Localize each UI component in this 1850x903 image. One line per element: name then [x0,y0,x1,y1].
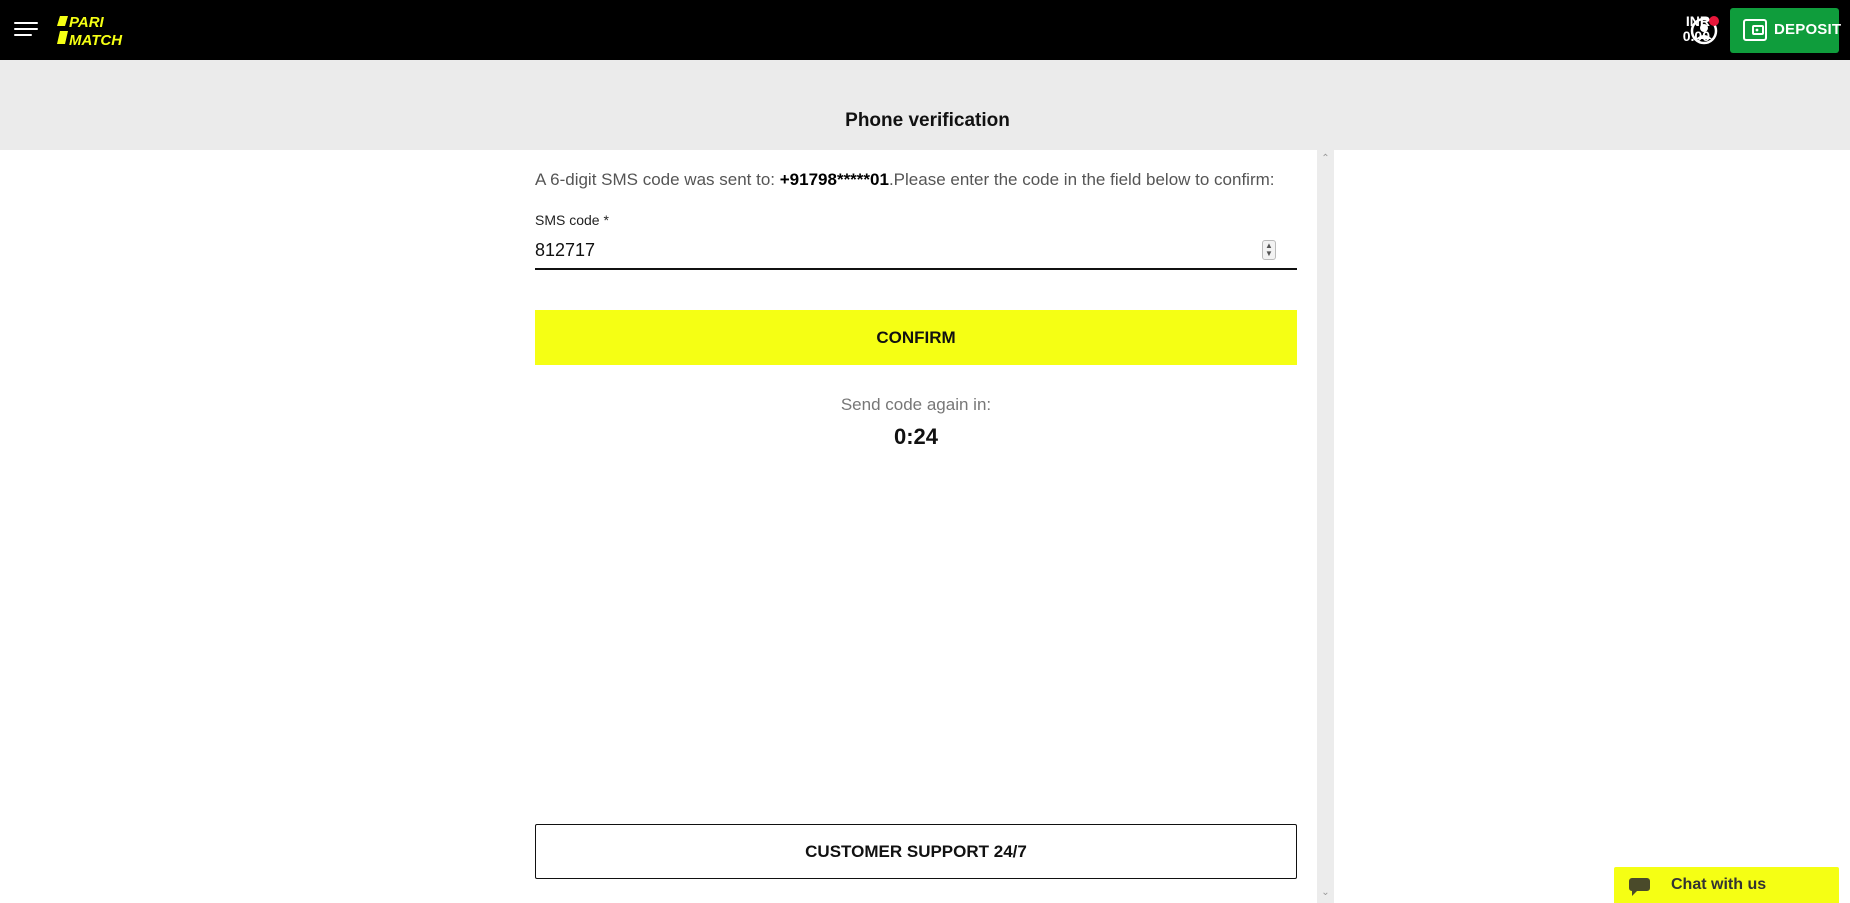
page-title: Phone verification [845,110,1010,131]
menu-button[interactable] [12,18,42,42]
parimatch-logo[interactable]: PARI MATCH [57,14,157,48]
resend-label: Send code again in: [840,395,992,414]
stepper-down-icon[interactable]: ▼ [1265,250,1273,258]
deposit-button[interactable]: DEPOSIT [1730,8,1842,53]
user-icon[interactable] [1690,15,1720,45]
logo-text-bottom: MATCH [69,32,123,48]
intro-suffix: .Please enter the code in the field belo… [888,170,1275,189]
top-navigation-bar: PARI MATCH INR 0.00 DEPOSIT [0,0,1850,60]
wallet-icon [1743,19,1767,41]
sms-code-label: SMS code * [535,212,609,228]
chat-bubble-icon [1629,878,1650,896]
scroll-down-arrow-icon[interactable]: ⌄ [1320,887,1331,898]
logo-text-top: PARI [69,14,105,31]
chat-widget[interactable]: Chat with us [1614,867,1839,903]
sms-code-input[interactable] [535,233,1297,270]
notification-dot [1709,16,1719,26]
content-scrollbar[interactable]: ⌃ ⌄ [1317,150,1334,903]
customer-support-button[interactable]: CUSTOMER SUPPORT 24/7 [535,824,1297,879]
masked-phone-number: +91798*****01 [779,170,889,189]
chat-label: Chat with us [1671,876,1767,893]
menu-icon-line [14,34,32,36]
sms-sent-message: A 6-digit SMS code was sent to: +91798**… [535,170,1297,190]
number-stepper[interactable]: ▲ ▼ [1262,240,1276,260]
menu-icon-line [14,28,38,30]
deposit-label: DEPOSIT [1774,21,1842,38]
resend-countdown-timer: 0:24 [893,424,939,449]
scroll-up-arrow-icon[interactable]: ⌃ [1320,153,1331,164]
verification-form: A 6-digit SMS code was sent to: +91798**… [535,150,1297,903]
menu-icon [14,22,38,24]
page-header: Phone verification [0,60,1850,150]
confirm-button[interactable]: CONFIRM [535,310,1297,365]
intro-prefix: A 6-digit SMS code was sent to: [535,170,776,189]
